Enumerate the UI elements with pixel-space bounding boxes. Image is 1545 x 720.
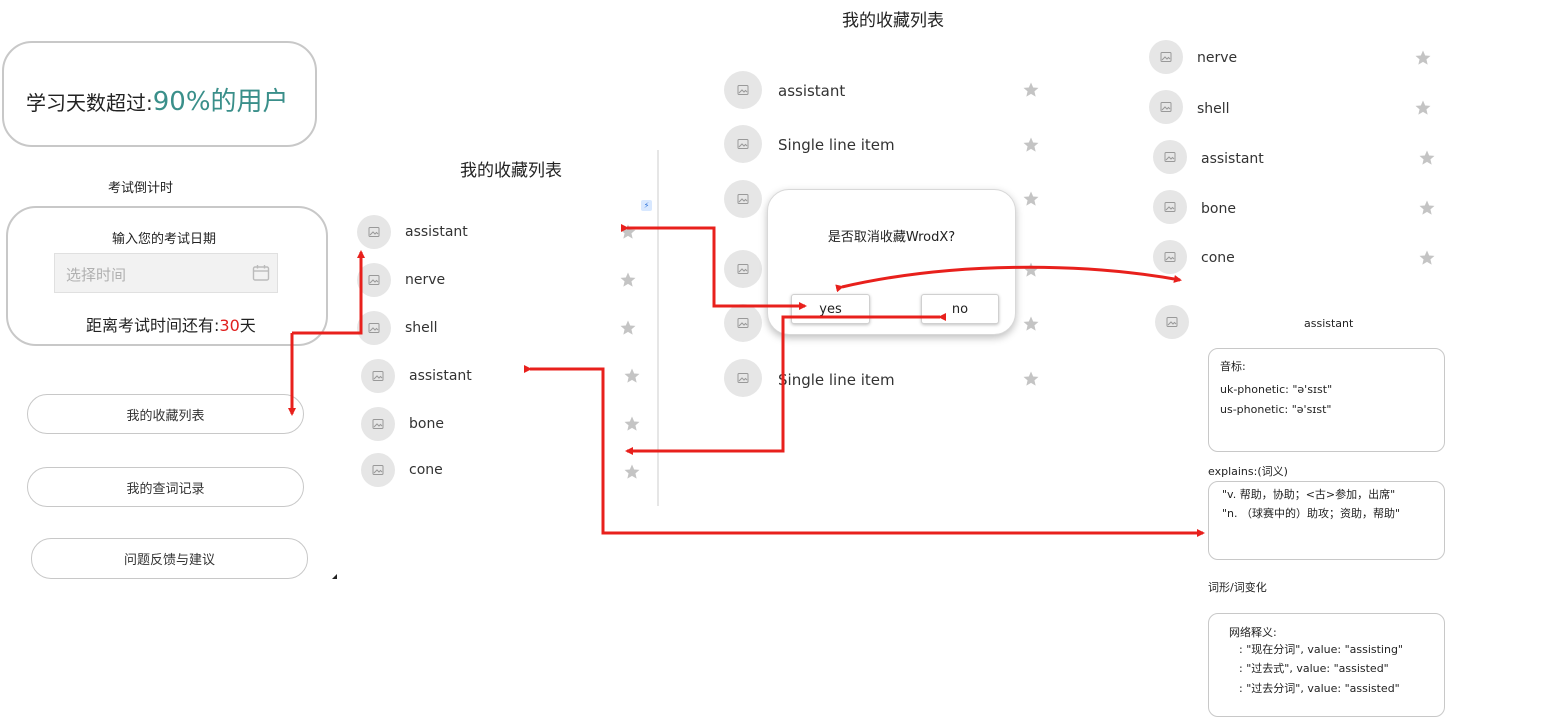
flow-arrows: [288, 224, 1205, 537]
arrow-home-up: [292, 250, 365, 335]
arrow-dialog-to-right: [835, 265, 1182, 293]
arrow-star-to-yes: [621, 224, 807, 310]
arrow-no-to-list: [625, 313, 946, 455]
